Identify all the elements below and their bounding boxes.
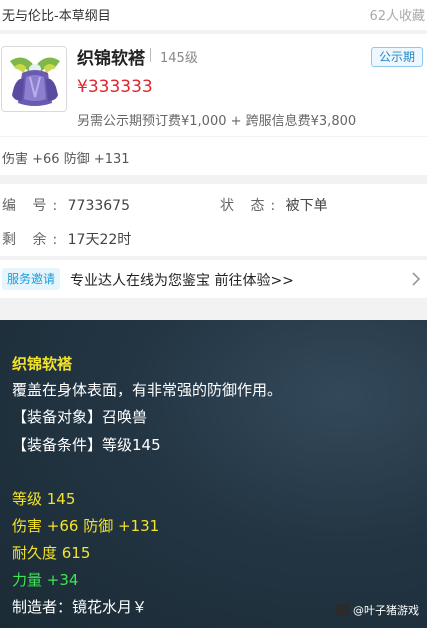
tooltip-level: 等级 145 <box>12 490 76 508</box>
info-card: 编 号: 7733675 状 态: 被下单 剩 余: 17天22时 <box>0 184 427 256</box>
remain-row: 剩 余: 17天22时 <box>2 229 131 249</box>
service-invite-row[interactable]: 服务邀请 专业达人在线为您鉴宝 前往体验>> <box>0 260 427 298</box>
robe-icon[interactable] <box>1 46 67 112</box>
item-level: 145级 <box>160 51 198 66</box>
tooltip-stats: 伤害 +66 防御 +131 <box>12 517 160 535</box>
tooltip-title: 织锦软褡 <box>12 355 73 373</box>
item-name: 织锦软褡 <box>77 49 145 69</box>
service-link[interactable]: 专业达人在线为您鉴宝 前往体验>> <box>70 270 294 290</box>
chevron-right-icon[interactable] <box>411 272 421 286</box>
divider <box>150 48 151 62</box>
watermark-logo-icon <box>336 604 350 616</box>
attribute-summary: 伤害 +66 防御 +131 <box>0 137 427 175</box>
remain-value: 17天22时 <box>67 232 132 248</box>
state-row: 状 态: 被下单 <box>220 195 328 215</box>
tooltip-target: 【装备对象】召唤兽 <box>12 408 148 426</box>
tooltip-condition: 【装备条件】等级145 <box>12 436 161 454</box>
server-title: 无与伦比-本草纲目 <box>2 9 111 24</box>
favorites-count[interactable]: 62人收藏 <box>369 5 425 24</box>
item-tooltip: 织锦软褡 覆盖在身体表面，有非常强的防御作用。 【装备对象】召唤兽 【装备条件】… <box>0 320 427 628</box>
id-row: 编 号: 7733675 <box>2 195 130 215</box>
state-label: 状 态: <box>220 198 282 214</box>
state-value: 被下单 <box>285 198 328 214</box>
watermark: @叶子猪游戏 <box>336 602 419 618</box>
tooltip-maker: 制造者：镜花水月￥ <box>12 598 148 616</box>
item-price: ¥333333 <box>77 77 153 97</box>
id-value: 7733675 <box>67 198 130 214</box>
id-label: 编 号: <box>2 198 64 214</box>
remain-label: 剩 余: <box>2 232 64 248</box>
attribute-text: 伤害 +66 防御 +131 <box>2 152 130 167</box>
service-tag: 服务邀请 <box>2 268 61 290</box>
tooltip-durability: 耐久度 615 <box>12 544 91 562</box>
item-card[interactable]: 织锦软褡 145级 公示期 ¥333333 另需公示期预订费¥1,000 + 跨… <box>0 34 427 136</box>
watermark-text: @叶子猪游戏 <box>353 604 419 617</box>
tooltip-desc: 覆盖在身体表面，有非常强的防御作用。 <box>12 381 283 399</box>
tooltip-strength: 力量 +34 <box>12 571 79 589</box>
fee-note: 另需公示期预订费¥1,000 + 跨服信息费¥3,800 <box>77 114 357 129</box>
top-bar: 无与伦比-本草纲目 62人收藏 <box>0 0 427 30</box>
status-badge: 公示期 <box>370 47 423 67</box>
